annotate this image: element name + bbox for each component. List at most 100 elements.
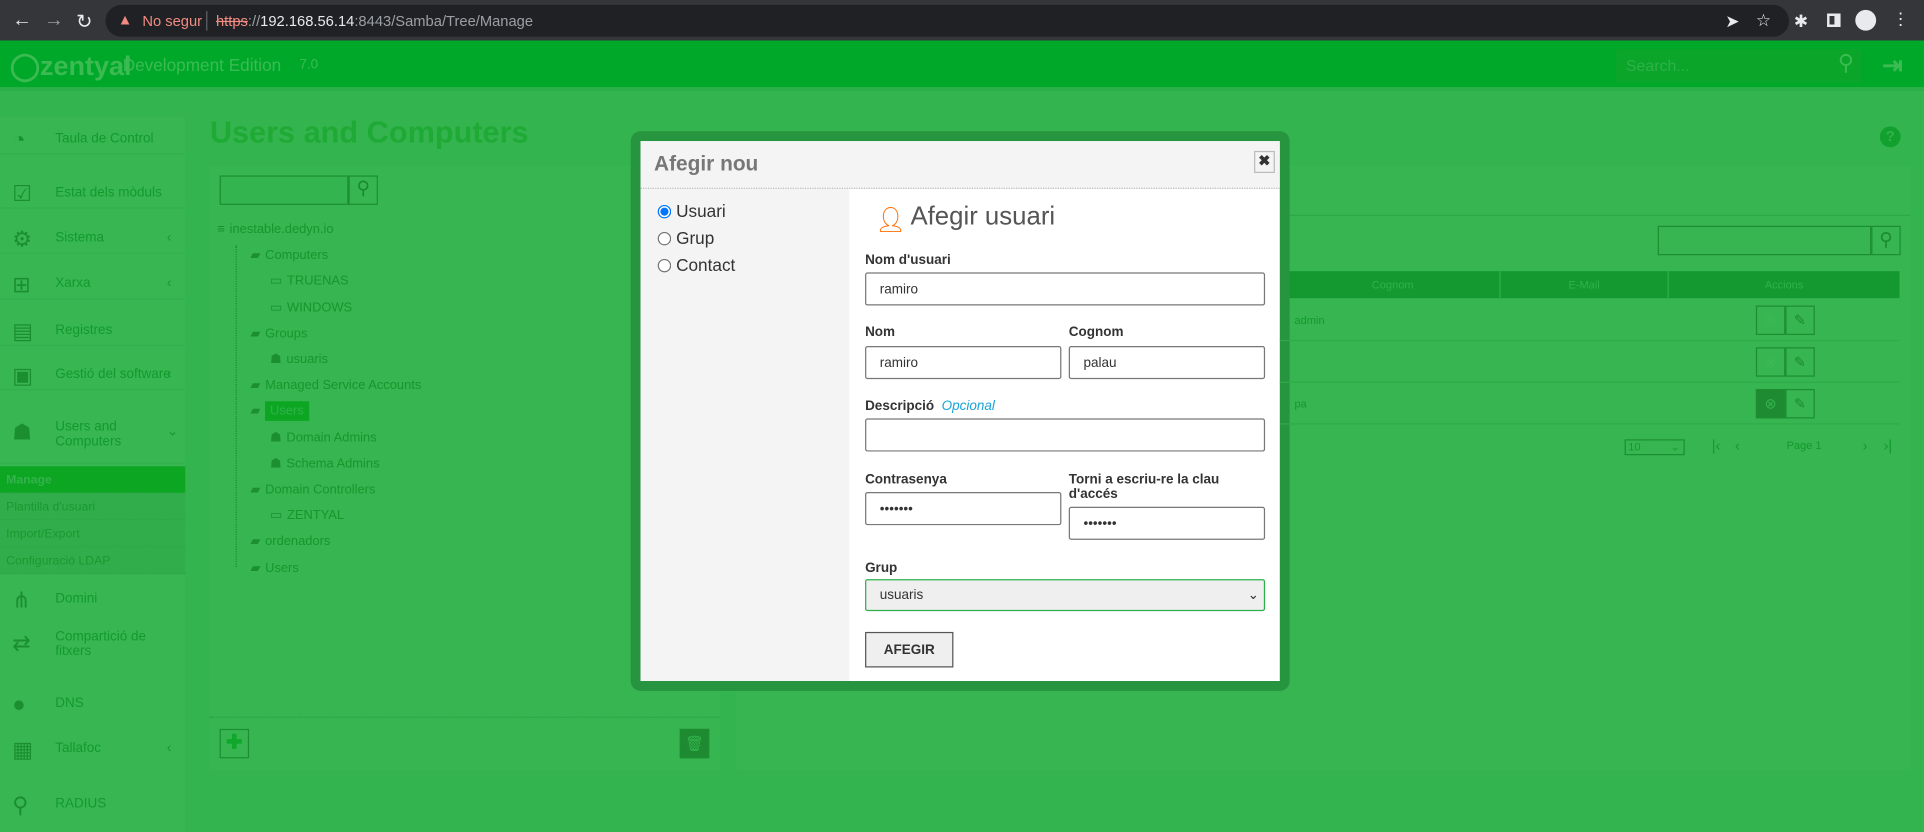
users-search-input[interactable] <box>1657 225 1872 256</box>
name-input[interactable] <box>865 346 1062 380</box>
tree-search-input[interactable] <box>219 175 349 205</box>
sidebar-item-domini[interactable]: ⋔ Domini <box>0 588 185 620</box>
page-indicator: Page 1 <box>1786 439 1822 452</box>
dashboard-icon: ◔ <box>12 127 26 153</box>
tree-node[interactable]: ▰ Users <box>250 560 298 575</box>
sidebar-item-label: Xarxa <box>55 276 91 291</box>
tree-node[interactable]: ≡ inestable.dedyn.io <box>217 222 333 237</box>
delete-user-icon[interactable]: ⊗ <box>1755 305 1786 335</box>
logout-icon[interactable]: ⇥ <box>1882 50 1903 81</box>
tree-node-label: Groups <box>265 326 308 341</box>
folder-icon: ▰ <box>250 404 261 419</box>
sidebar-item-registres[interactable]: ▤ Registres <box>0 319 186 347</box>
tree-node[interactable]: ▭ TRUENAS <box>270 274 349 289</box>
search-input[interactable]: Search... ⚲ <box>1616 49 1862 83</box>
search-icon[interactable]: ⚲ <box>1871 225 1901 256</box>
delete-user-icon[interactable]: ⊗ <box>1755 347 1786 377</box>
edit-icon[interactable]: ✎ <box>1785 305 1815 335</box>
tree-node[interactable]: ▭ ZENTYAL <box>270 508 344 523</box>
back-icon[interactable]: ← <box>12 10 32 32</box>
surname-input[interactable] <box>1068 346 1266 380</box>
url-text[interactable]: https://192.168.56.14:8443/Samba/Tree/Ma… <box>216 12 533 29</box>
column-header-cognom[interactable]: Cognom <box>1285 271 1501 299</box>
address-bar[interactable]: ▲ No segur https://192.168.56.14:8443/Sa… <box>105 4 1790 37</box>
radio-input[interactable] <box>657 258 672 272</box>
profile-avatar[interactable] <box>1855 9 1877 31</box>
sidebar-item-taula-de-control[interactable]: ◔ Taula de Control <box>0 127 186 155</box>
tree-node[interactable]: ▰ Computers <box>250 248 328 263</box>
sidebar-item-sistema[interactable]: ⚙ Sistema ‹ <box>0 227 186 254</box>
tree-node[interactable]: ▰ ordenadors <box>250 534 330 549</box>
dialog-header: Afegir nou ✖ <box>640 141 1280 189</box>
description-input[interactable] <box>865 418 1266 452</box>
sidebar-item-tallafoc[interactable]: ▦ Tallafoc ‹ <box>0 737 185 769</box>
sidebar-subitem-1[interactable]: Plantilla d'usuari <box>0 493 186 521</box>
sidebar-item-users-and-computers[interactable]: ☗ Users and Computers ⌄ <box>0 420 186 464</box>
add-user-button[interactable]: AFEGIR <box>865 631 954 668</box>
radio-contact[interactable]: Contact <box>657 255 735 275</box>
first-page-icon[interactable]: |‹ <box>1712 437 1721 454</box>
group-select[interactable]: usuaris ⌄ <box>865 579 1266 612</box>
sidebar-item-xarxa[interactable]: ⊞ Xarxa ‹ <box>0 272 186 300</box>
sidebar-item-dns[interactable]: ● DNS <box>0 692 185 724</box>
page-title: Users and Computers <box>209 115 529 150</box>
extensions-icon[interactable]: ✱ <box>1794 11 1808 32</box>
prev-page-icon[interactable]: ‹ <box>1735 437 1740 454</box>
star-icon[interactable]: ☆ <box>1756 10 1771 31</box>
file-share-icon: ⇄ <box>12 630 31 656</box>
add-button[interactable]: ✚ <box>219 728 250 759</box>
tree-node[interactable]: ▰ Users <box>250 401 309 422</box>
username-input[interactable] <box>865 272 1266 306</box>
sidebar-item-estat-dels-m-duls[interactable]: ☑ Estat dels mòduls <box>0 182 186 209</box>
gear-icon: ⚙ <box>12 227 33 252</box>
tree-node-label: Schema Admins <box>286 456 380 471</box>
page-size-select[interactable]: 10 ⌄ <box>1624 439 1685 456</box>
column-header-email[interactable]: E-Mail <box>1500 271 1669 299</box>
forward-icon[interactable]: → <box>44 10 64 32</box>
sidebar-item-compartici-de-fitxers[interactable]: ⇄ Compartició de fitxers <box>0 629 185 663</box>
send-icon[interactable]: ➤ <box>1725 11 1739 32</box>
description-label: Descripció Opcional <box>865 398 995 414</box>
radio-input[interactable] <box>657 204 672 218</box>
next-page-icon[interactable]: › <box>1863 437 1868 454</box>
search-icon[interactable]: ⚲ <box>1838 50 1854 76</box>
tree-node[interactable]: ▭ WINDOWS <box>270 300 352 315</box>
sidepanel-icon[interactable] <box>1827 13 1841 27</box>
edit-icon[interactable]: ✎ <box>1785 388 1815 419</box>
antenna-icon: ⚲ <box>12 792 29 818</box>
sidebar-subitem-3[interactable]: Configuració LDAP <box>0 547 186 575</box>
tree-node[interactable]: ▰ Domain Controllers <box>250 482 375 497</box>
tree-node[interactable]: ▰ Managed Service Accounts <box>250 378 421 393</box>
sidebar-item-gesti-del-software[interactable]: ▣ Gestió del software ‹ <box>0 363 186 391</box>
sidebar-subitem-2[interactable]: Import/Export <box>0 520 186 548</box>
tree-node[interactable]: ☗ Schema Admins <box>270 456 380 471</box>
radio-grup[interactable]: Grup <box>657 228 714 248</box>
folder-icon: ▰ <box>250 560 261 575</box>
tree-node[interactable]: ☗ Domain Admins <box>270 430 377 445</box>
zentyal-logo[interactable]: ◯zentyal <box>10 50 132 82</box>
computer-icon: ▭ <box>269 274 283 289</box>
repassword-input[interactable] <box>1068 506 1266 540</box>
tree-node[interactable]: ☗ usuaris <box>270 352 328 367</box>
security-label[interactable]: No segur <box>142 12 202 29</box>
user-icon: 👤︎ <box>874 207 907 235</box>
radio-input[interactable] <box>657 231 672 245</box>
search-icon[interactable]: ⚲ <box>348 175 378 205</box>
help-icon[interactable]: ? <box>1879 126 1901 148</box>
tree-node-label: Users <box>265 560 299 575</box>
last-page-icon[interactable]: ›| <box>1884 437 1893 454</box>
tree-node-label: TRUENAS <box>287 274 349 289</box>
delete-icon[interactable]: 🗑 <box>679 728 710 759</box>
menu-icon[interactable]: ⋮ <box>1892 9 1909 30</box>
sidebar-item-radius[interactable]: ⚲ RADIUS <box>0 793 185 825</box>
radio-usuari[interactable]: Usuari <box>657 201 726 221</box>
password-input[interactable] <box>865 492 1062 526</box>
delete-user-icon[interactable]: ⊗ <box>1755 388 1786 419</box>
close-icon[interactable]: ✖ <box>1254 150 1275 174</box>
folder-icon: ▰ <box>250 534 261 549</box>
tree-node[interactable]: ▰ Groups <box>250 326 307 341</box>
sidebar-subitem-0[interactable]: Manage <box>0 466 186 494</box>
reload-icon[interactable]: ↻ <box>76 10 92 35</box>
cell-cognom: pa <box>1294 397 1307 410</box>
edit-icon[interactable]: ✎ <box>1785 347 1815 377</box>
